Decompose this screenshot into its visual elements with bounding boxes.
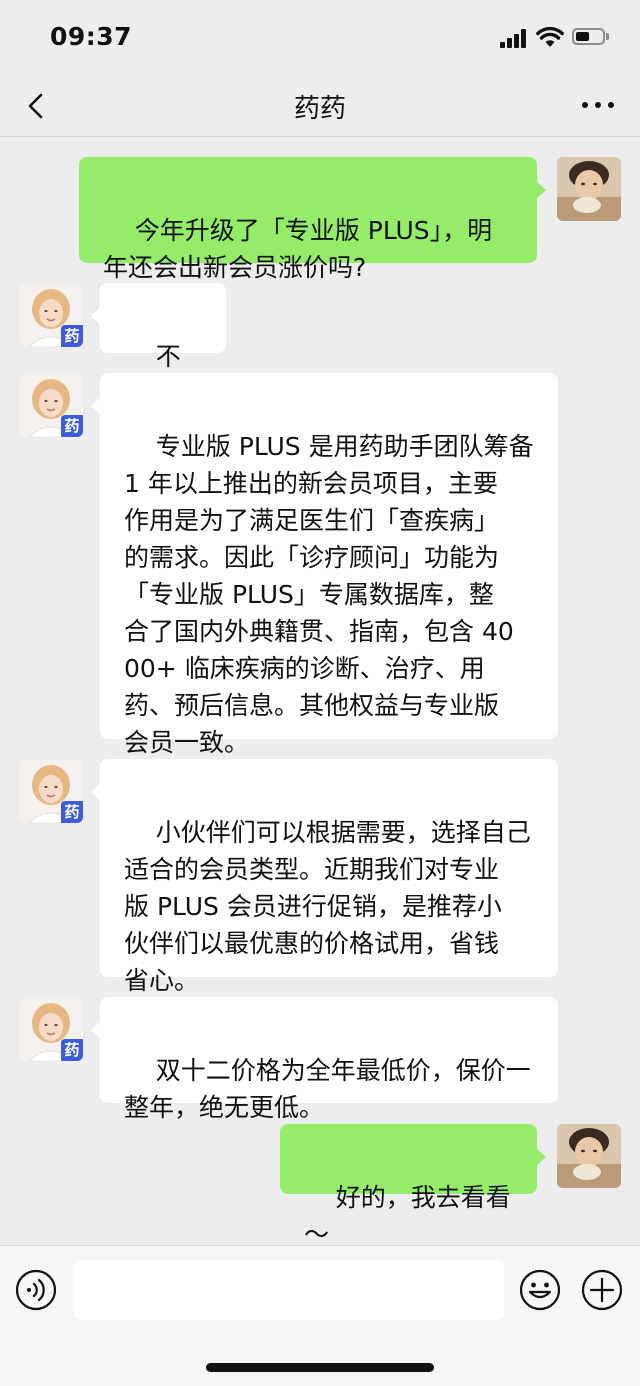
user-photo-icon	[557, 1124, 621, 1188]
avatar-badge: 药	[61, 325, 83, 347]
status-bar: 09:37	[0, 0, 640, 78]
incoming-message-bubble[interactable]: 小伙伴们可以根据需要，选择自己 适合的会员类型。近期我们对专业 版 PLUS 会…	[91, 759, 558, 995]
avatar-badge: 药	[61, 1039, 83, 1061]
voice-icon[interactable]	[14, 1268, 58, 1312]
nav-bar: 药药	[0, 78, 640, 137]
assistant-avatar[interactable]: 药	[19, 283, 83, 347]
incoming-message-bubble[interactable]: 专业版 PLUS 是用药助手团队筹备 1 年以上推出的新会员项目，主要 作用是为…	[91, 373, 558, 757]
message-input[interactable]	[74, 1260, 504, 1320]
avatar-badge: 药	[61, 415, 83, 437]
wifi-icon	[536, 26, 564, 47]
message-text: 双十二价格为全年最低价，保价一 整年，绝无更低。	[124, 1056, 531, 1122]
message-text: 好的，我去看看～	[304, 1183, 511, 1249]
assistant-avatar[interactable]: 药	[19, 373, 83, 437]
home-indicator	[206, 1363, 434, 1372]
my-avatar[interactable]	[557, 1124, 621, 1188]
outgoing-message-bubble[interactable]: 今年升级了「专业版 PLUS」，明 年还会出新会员涨价吗?	[79, 157, 546, 282]
input-bar	[0, 1245, 640, 1386]
message-text: 小伙伴们可以根据需要，选择自己 适合的会员类型。近期我们对专业 版 PLUS 会…	[124, 818, 531, 995]
avatar-badge: 药	[61, 801, 83, 823]
more-dots-icon[interactable]	[576, 90, 620, 120]
my-avatar[interactable]	[557, 157, 621, 221]
message-text: 今年升级了「专业版 PLUS」，明 年还会出新会员涨价吗?	[103, 216, 493, 282]
emoji-icon[interactable]	[518, 1268, 562, 1312]
assistant-avatar[interactable]: 药	[19, 997, 83, 1061]
signal-icon	[500, 28, 530, 48]
incoming-message-bubble[interactable]: 双十二价格为全年最低价，保价一 整年，绝无更低。	[91, 997, 558, 1122]
assistant-avatar[interactable]: 药	[19, 759, 83, 823]
battery-icon	[572, 28, 612, 47]
chat-history[interactable]: 今年升级了「专业版 PLUS」，明 年还会出新会员涨价吗? 药 不会。	[0, 137, 640, 1249]
status-time: 09:37	[50, 22, 133, 51]
chat-title: 药药	[293, 94, 346, 124]
message-text: 专业版 PLUS 是用药助手团队筹备 1 年以上推出的新会员项目，主要 作用是为…	[124, 432, 534, 757]
user-photo-icon	[557, 157, 621, 221]
outgoing-message-bubble[interactable]: 好的，我去看看～	[280, 1124, 546, 1249]
plus-icon[interactable]	[580, 1268, 624, 1312]
incoming-message-bubble[interactable]: 不会。	[91, 283, 226, 408]
